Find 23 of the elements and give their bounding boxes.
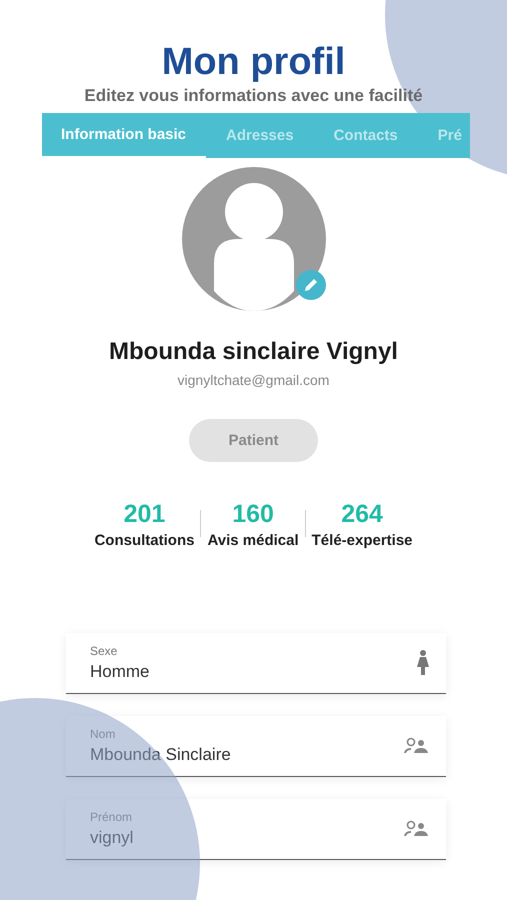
stat-value: 160 (232, 500, 274, 529)
stat-value: 201 (124, 500, 166, 529)
people-icon (403, 737, 429, 755)
people-icon (403, 820, 429, 838)
stat-label: Avis médical (207, 532, 299, 549)
input-field[interactable]: Prénom vignyl (66, 799, 446, 860)
tab[interactable]: Adresses (206, 113, 314, 158)
page-title: Mon profil (162, 40, 346, 84)
profile-name: Mbounda sinclaire Vignyl (108, 338, 399, 366)
person-icon (417, 650, 429, 676)
profile-email: vignyltchate@gmail.com (176, 372, 330, 388)
input-field[interactable]: Sexe Homme (66, 633, 446, 694)
input-field[interactable]: Nom Mbounda Sinclaire (66, 716, 446, 777)
tab[interactable]: Contacts (314, 113, 418, 158)
avatar-icon[interactable] (182, 167, 326, 311)
stat-value: 264 (341, 500, 383, 529)
stat-label: Consultations (94, 532, 194, 549)
tab[interactable]: Pré (418, 113, 470, 158)
role-button[interactable]: Patient (189, 419, 318, 462)
stat-label: Télé-expertise (312, 532, 413, 549)
tab[interactable]: Information basic (42, 113, 206, 158)
edit-icon[interactable] (296, 270, 326, 300)
page-subtitle: Editez vous informations avec une facilité (84, 86, 423, 106)
